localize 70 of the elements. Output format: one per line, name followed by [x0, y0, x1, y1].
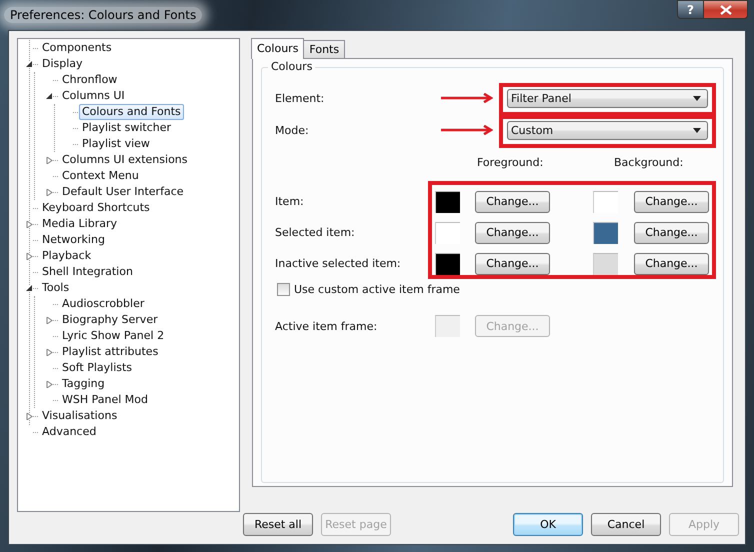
change-button[interactable]: Change...	[634, 190, 709, 212]
tree-item[interactable]: Display	[39, 56, 86, 72]
dropdown-value: Custom	[511, 124, 554, 136]
dropdown[interactable]: Filter Panel	[507, 88, 708, 108]
field-label: Mode:	[275, 124, 309, 136]
caret-icon	[693, 96, 701, 100]
tab[interactable]: Colours	[251, 38, 304, 59]
close-button[interactable]	[704, 0, 748, 19]
tree-item[interactable]: Playlist switcher	[79, 120, 174, 136]
change-button[interactable]: Change...	[475, 252, 550, 274]
close-icon	[720, 4, 732, 14]
change-button[interactable]: Change...	[634, 252, 709, 274]
tree-item[interactable]: Audioscrobbler	[59, 296, 148, 312]
checkbox-label: Use custom active item frame	[294, 283, 460, 296]
tree-item[interactable]: Soft Playlists	[59, 360, 136, 376]
group-title: Colours	[268, 60, 316, 73]
row-label: Selected item:	[275, 226, 356, 239]
tree-item[interactable]: Chronflow	[59, 72, 120, 88]
arrow	[441, 93, 493, 103]
row-label: Active item frame:	[275, 320, 378, 332]
dialog-button[interactable]: Reset all	[243, 513, 313, 536]
expand-icon[interactable]	[26, 412, 33, 420]
collapse-icon[interactable]	[46, 92, 53, 100]
tree-item[interactable]: Lyric Show Panel 2	[59, 328, 168, 344]
tree-item[interactable]: Components	[39, 40, 115, 56]
expand-icon[interactable]	[46, 188, 53, 196]
window-title: Preferences: Colours and Fonts	[4, 7, 202, 23]
dropdown[interactable]: Custom	[507, 120, 708, 140]
expand-icon[interactable]	[26, 252, 33, 260]
change-button[interactable]: Change...	[475, 222, 550, 244]
tree-item[interactable]: WSH Panel Mod	[59, 392, 152, 408]
dialog-button[interactable]: Cancel	[591, 513, 661, 536]
tree-item[interactable]: Networking	[39, 232, 108, 248]
tree-item[interactable]: Tools	[39, 280, 72, 296]
dialog-button[interactable]: OK	[513, 513, 583, 536]
caret-icon	[693, 128, 701, 132]
field-label: Element:	[275, 92, 324, 104]
tree-item[interactable]: Columns UI	[59, 88, 128, 104]
change-button[interactable]: Change...	[634, 222, 709, 244]
arrow	[441, 125, 493, 135]
tree-item[interactable]: Playlist attributes	[59, 344, 162, 360]
tree-item[interactable]: Visualisations	[39, 408, 120, 424]
expand-icon[interactable]	[46, 316, 53, 324]
column-header: Foreground:	[476, 156, 544, 169]
expand-icon[interactable]	[46, 156, 53, 164]
help-button[interactable]: ?	[677, 0, 704, 19]
tree-item[interactable]: Advanced	[39, 424, 100, 440]
tab[interactable]: Fonts	[303, 40, 346, 58]
tree-item[interactable]: Colours and Fonts	[79, 104, 184, 120]
tree-item[interactable]: Keyboard Shortcuts	[39, 200, 153, 216]
tree-item[interactable]: Tagging	[59, 376, 108, 392]
dropdown-value: Filter Panel	[511, 92, 572, 104]
tree-item[interactable]: Default User Interface	[59, 184, 187, 200]
checkbox[interactable]	[277, 283, 290, 296]
collapse-icon[interactable]	[26, 284, 33, 292]
collapse-icon[interactable]	[26, 60, 33, 68]
row-label: Item:	[275, 195, 305, 208]
tree-item[interactable]: Columns UI extensions	[59, 152, 191, 168]
row-label: Inactive selected item:	[275, 257, 402, 270]
tree-item[interactable]: Context Menu	[59, 168, 142, 184]
column-header: Background:	[613, 156, 684, 169]
expand-icon[interactable]	[46, 380, 53, 388]
tree-item[interactable]: Biography Server	[59, 312, 161, 328]
expand-icon[interactable]	[26, 220, 33, 228]
tree-item[interactable]: Media Library	[39, 216, 120, 232]
expand-icon[interactable]	[46, 348, 53, 356]
tree-item[interactable]: Shell Integration	[39, 264, 136, 280]
tree-item[interactable]: Playback	[39, 248, 94, 264]
change-button[interactable]: Change...	[475, 190, 550, 212]
tree-item[interactable]: Playlist view	[79, 136, 153, 152]
